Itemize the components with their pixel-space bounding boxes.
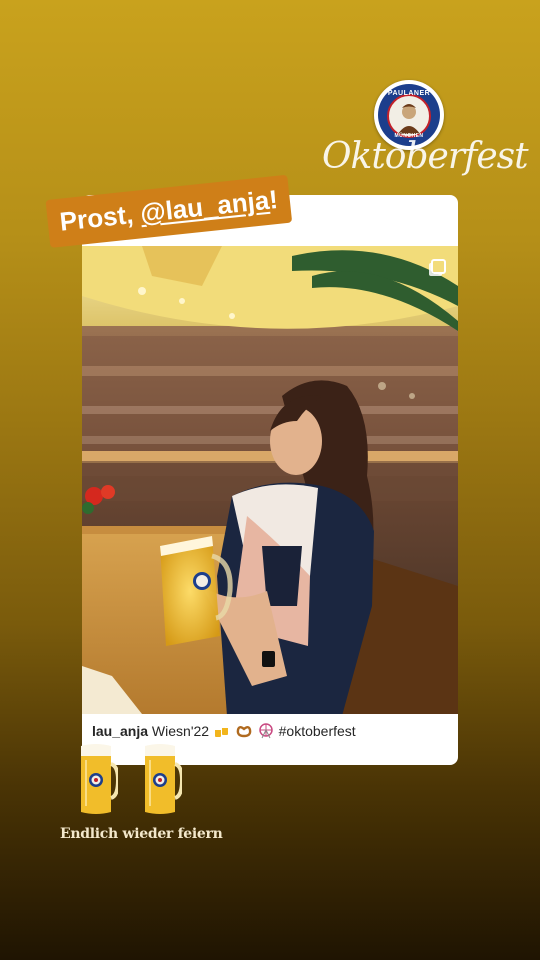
pretzel-emoji-icon xyxy=(236,724,252,741)
event-title: Oktoberfest xyxy=(322,136,529,177)
mention-handle[interactable]: @lau_anja xyxy=(139,185,271,228)
post-caption: lau_anja Wiesn'22 #oktoberfest xyxy=(92,723,356,742)
multiple-photos-icon xyxy=(431,259,446,274)
seal-text-top: PAULANER xyxy=(387,90,431,97)
beer-mug-icon xyxy=(81,744,118,814)
footer-text: Endlich wieder feiern xyxy=(60,826,223,842)
mention-suffix: ! xyxy=(267,183,280,215)
ferris-wheel-emoji-icon xyxy=(258,723,274,742)
caption-text: Wiesn'22 xyxy=(151,723,210,740)
post-photo xyxy=(82,246,458,714)
mention-prefix: Prost, xyxy=(58,198,142,237)
paulaner-oktoberfest-logo: PAULANER MÜNCHEN Oktoberfest xyxy=(322,80,529,190)
caption-hashtag[interactable]: #oktoberfest xyxy=(279,723,356,739)
shared-post-card[interactable]: lau_anja Wiesn'22 #oktoberfest xyxy=(82,195,458,765)
caption-username[interactable]: lau_anja xyxy=(92,723,148,739)
beers-emoji-icon xyxy=(214,724,230,741)
beer-mug-icon xyxy=(145,744,182,814)
